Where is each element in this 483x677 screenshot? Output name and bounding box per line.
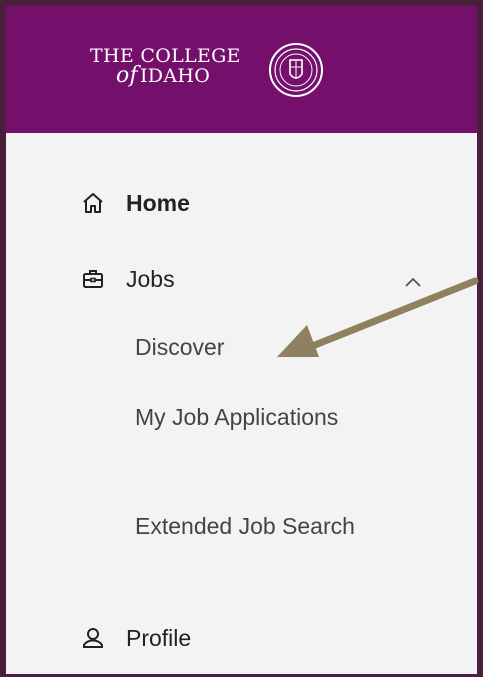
nav-item-profile-label: Profile [126, 624, 192, 651]
nav-subitem-discover[interactable]: Discover [135, 325, 224, 369]
chevron-up-icon[interactable] [402, 275, 424, 289]
logo-wordmark: THE COLLEGE of IDAHO [90, 45, 241, 88]
home-icon [78, 188, 108, 218]
nav-item-home-label: Home [126, 189, 190, 216]
college-logo[interactable]: THE COLLEGE of IDAHO [82, 34, 352, 114]
logo-line-1: THE COLLEGE [90, 45, 241, 67]
person-icon [78, 623, 108, 653]
nav-item-jobs-label: Jobs [126, 265, 175, 292]
nav-subitem-my-job-applications[interactable]: My Job Applications [135, 395, 375, 439]
logo-of: of [116, 63, 138, 88]
brand-header: THE COLLEGE of IDAHO [6, 6, 477, 133]
nav-item-jobs[interactable]: Jobs [78, 264, 175, 294]
logo-line-2: IDAHO [140, 65, 211, 87]
college-seal-icon [269, 43, 323, 97]
briefcase-icon [78, 264, 108, 294]
nav-item-home[interactable]: Home [78, 188, 190, 218]
sidebar-nav: Home Jobs Discover My Job Applications E… [6, 133, 477, 674]
nav-item-profile[interactable]: Profile [78, 623, 191, 653]
nav-subitem-extended-job-search[interactable]: Extended Job Search [135, 504, 375, 548]
